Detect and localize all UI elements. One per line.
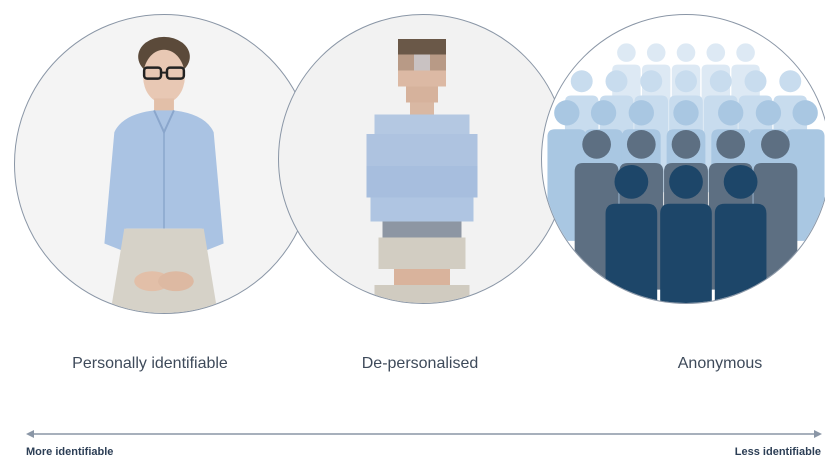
less-identifiable-label: Less identifiable xyxy=(734,446,821,458)
more-identifiable-label: More identifiable xyxy=(26,446,114,458)
anonymous-circle xyxy=(541,14,825,304)
personally-identifiable-circle xyxy=(14,14,314,314)
identifiability-axis-arrow xyxy=(26,430,822,438)
person-photo-icon xyxy=(104,36,224,313)
pixelated-person-icon xyxy=(366,38,478,303)
de-personalised-circle xyxy=(278,14,568,304)
de-personalised-label: De-personalised xyxy=(361,355,479,372)
identifiability-diagram: Personally identifiable De-personalised … xyxy=(0,0,825,458)
crowd-silhouettes-icon xyxy=(547,43,825,303)
anonymous-label: Anonymous xyxy=(677,355,763,372)
personally-identifiable-label: Personally identifiable xyxy=(72,355,228,372)
